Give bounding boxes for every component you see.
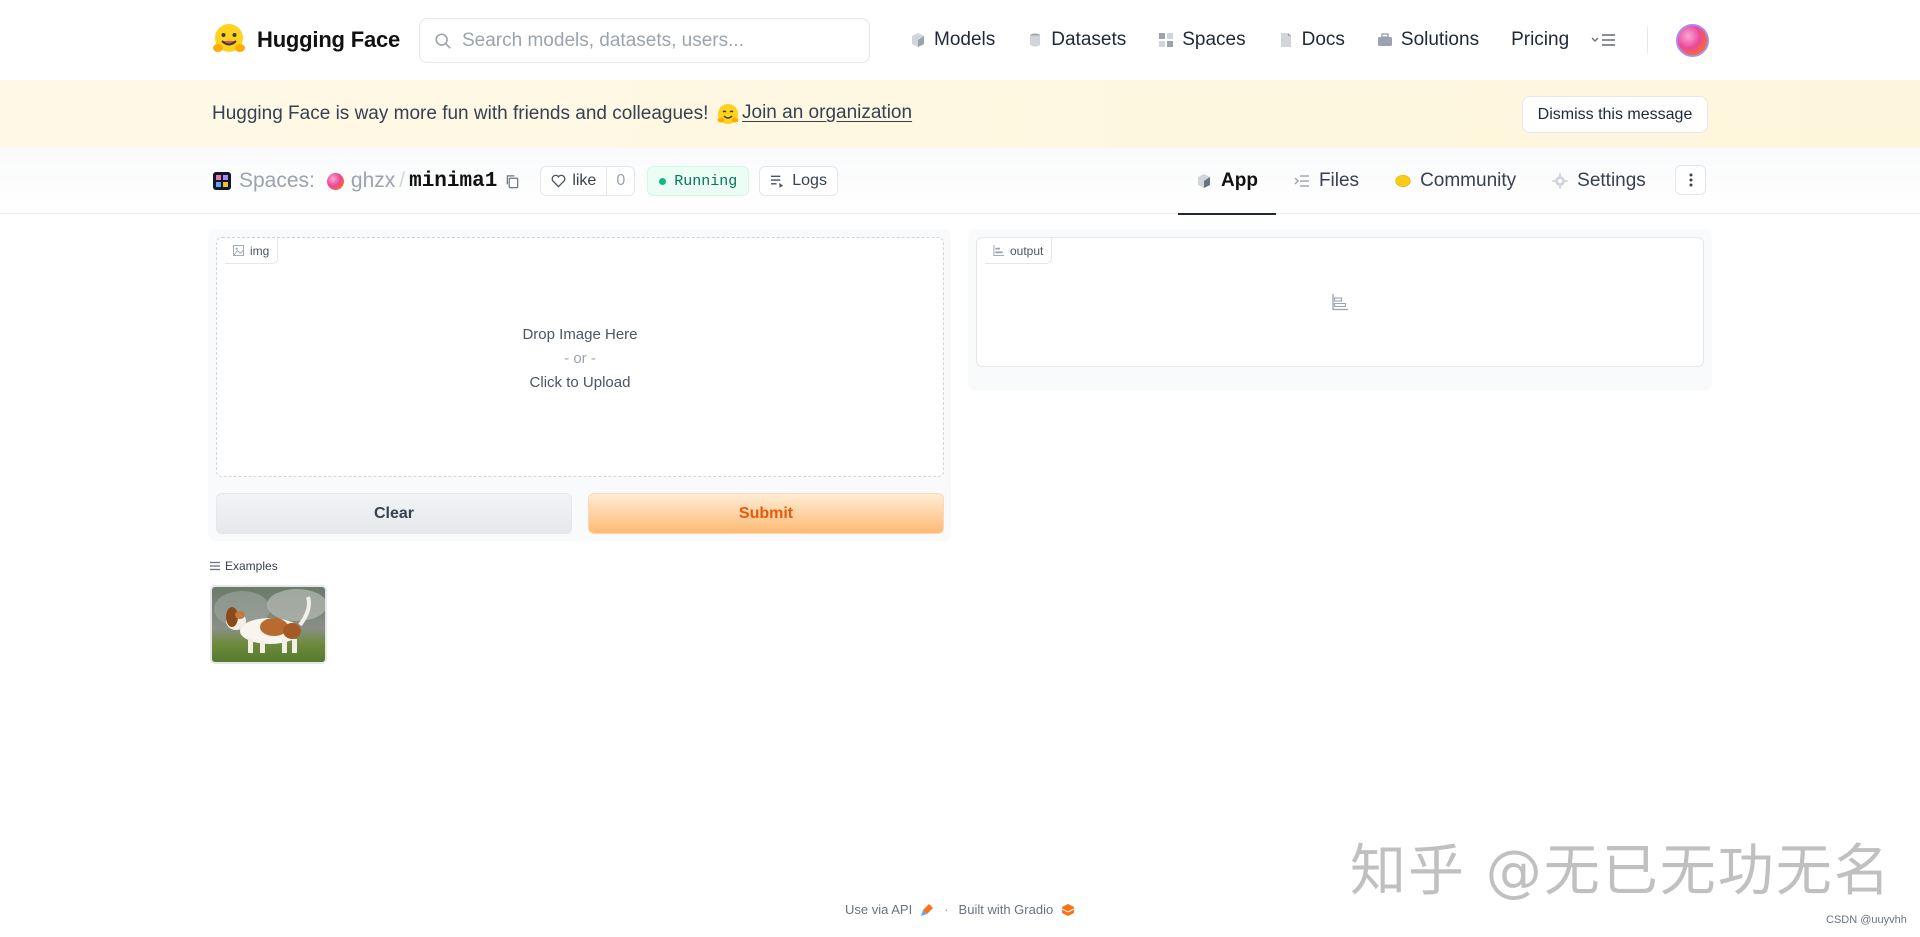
rocket-icon: [921, 903, 934, 916]
doc-icon: [1280, 33, 1291, 47]
space-tabs: App Files Community Settings: [1178, 148, 1664, 215]
banner-message-text: Hugging Face is way more fun with friend…: [212, 103, 709, 124]
tab-files[interactable]: Files: [1276, 148, 1377, 214]
tab-files-label: Files: [1318, 170, 1360, 191]
footer: Use via API · Built with Gradio: [845, 902, 1075, 917]
spaces-section-label[interactable]: Spaces:: [239, 169, 315, 193]
nav-spaces[interactable]: Spaces: [1158, 29, 1246, 51]
nav-datasets[interactable]: Datasets: [1027, 29, 1126, 51]
logs-button[interactable]: Logs: [759, 166, 838, 196]
gear-icon: [1552, 173, 1568, 189]
org-banner: Hugging Face is way more fun with friend…: [0, 80, 1920, 148]
space-owner[interactable]: ghzx: [351, 169, 395, 193]
spaces-icon: [213, 172, 231, 190]
banner-message: Hugging Face is way more fun with friend…: [212, 102, 740, 126]
user-avatar[interactable]: [1676, 23, 1710, 57]
nav-docs[interactable]: Docs: [1278, 29, 1345, 51]
image-icon: [233, 245, 244, 256]
like-main[interactable]: like: [541, 167, 608, 195]
cube-icon: [912, 33, 924, 47]
like-button[interactable]: like 0: [540, 166, 636, 196]
click-upload-text: Click to Upload: [529, 374, 631, 391]
or-text: - or -: [564, 350, 596, 367]
nav-links: Models Datasets Spaces Docs Solutions Pr…: [910, 23, 1710, 57]
nav-datasets-label: Datasets: [1051, 29, 1127, 50]
running-dot: [659, 177, 667, 185]
logs-label: Logs: [792, 172, 827, 189]
gradio-logo-icon: [1061, 903, 1075, 916]
tab-community-label: Community: [1420, 170, 1517, 191]
space-repo-name[interactable]: minima1: [409, 170, 497, 193]
nav-pricing-label: Pricing: [1511, 29, 1570, 50]
nav-docs-label: Docs: [1301, 29, 1345, 50]
like-label: like: [572, 172, 597, 189]
space-breadcrumb: Spaces: ghzx / minima1 like 0 Running Lo…: [213, 166, 838, 196]
img-label-text: img: [250, 243, 270, 258]
logs-icon: [771, 175, 784, 188]
chart-bar-icon: [1332, 294, 1348, 311]
heart-icon: [551, 174, 566, 188]
breadcrumb-slash: /: [399, 169, 406, 192]
briefcase-icon: [1377, 33, 1392, 46]
grid-icon: [1159, 33, 1174, 47]
dog-photo-icon: [212, 587, 325, 662]
built-with-gradio-link[interactable]: Built with Gradio: [959, 902, 1054, 917]
cube-icon: [1198, 174, 1210, 188]
search-input[interactable]: [462, 29, 852, 52]
menu-more-icon: [1591, 34, 1616, 46]
nav-separator: [1647, 27, 1649, 53]
output-box: output: [976, 237, 1704, 367]
join-organization-link[interactable]: Join an organization: [742, 102, 912, 124]
copy-icon[interactable]: [505, 174, 520, 189]
image-upload-dropzone[interactable]: img Drop Image Here - or - Click to Uplo…: [216, 237, 944, 477]
chart-bar-icon: [993, 245, 1004, 256]
img-field-label: img: [225, 238, 279, 264]
kebab-menu-icon: [1689, 173, 1692, 187]
examples-header: Examples: [210, 559, 278, 573]
nav-models[interactable]: Models: [910, 29, 995, 51]
footer-separator: ·: [944, 902, 949, 917]
status-badge: Running: [647, 166, 750, 196]
space-header: Spaces: ghzx / minima1 like 0 Running Lo…: [0, 148, 1920, 215]
nav-more-button[interactable]: [1591, 32, 1617, 48]
drop-image-text: Drop Image Here: [522, 326, 638, 343]
hf-logo[interactable]: Hugging Face: [211, 22, 400, 58]
owner-avatar: [326, 172, 344, 190]
list-icon: [210, 561, 220, 571]
tab-app[interactable]: App: [1178, 148, 1276, 215]
logo-text: Hugging Face: [257, 27, 401, 52]
search-icon: [435, 32, 451, 49]
hugging-emoji-icon: [717, 104, 739, 124]
space-options-button[interactable]: [1675, 165, 1706, 195]
example-image-dog[interactable]: [210, 585, 327, 664]
dismiss-button[interactable]: Dismiss this message: [1522, 96, 1708, 133]
nav-spaces-label: Spaces: [1182, 29, 1246, 50]
output-label-text: output: [1010, 243, 1044, 258]
like-count: 0: [616, 172, 626, 189]
nav-solutions-label: Solutions: [1400, 29, 1480, 50]
use-via-api-link[interactable]: Use via API: [845, 902, 912, 917]
zhihu-watermark: 知乎 @无已无功无名: [1350, 839, 1892, 904]
clear-button[interactable]: Clear: [216, 493, 572, 534]
community-icon: [1395, 175, 1411, 187]
csdn-watermark: CSDN @uuyvhh: [1826, 914, 1907, 926]
database-icon: [1030, 33, 1041, 47]
tab-community[interactable]: Community: [1377, 148, 1534, 214]
nav-pricing[interactable]: Pricing: [1511, 29, 1569, 51]
tab-app-label: App: [1221, 170, 1258, 191]
tab-settings[interactable]: Settings: [1534, 148, 1664, 214]
tab-settings-label: Settings: [1577, 170, 1646, 191]
hugging-face-logo-icon: [213, 24, 245, 52]
nav-models-label: Models: [934, 29, 996, 50]
output-field-label: output: [985, 238, 1053, 264]
nav-solutions[interactable]: Solutions: [1377, 29, 1479, 51]
files-icon: [1294, 175, 1309, 187]
upload-instructions: Drop Image Here - or - Click to Upload: [217, 323, 943, 395]
top-navbar: Hugging Face Models Datasets Spaces Docs…: [0, 0, 1920, 80]
submit-button[interactable]: Submit: [588, 493, 944, 534]
search-bar[interactable]: [419, 18, 870, 63]
status-text: Running: [674, 172, 738, 190]
examples-label-text: Examples: [225, 559, 278, 573]
